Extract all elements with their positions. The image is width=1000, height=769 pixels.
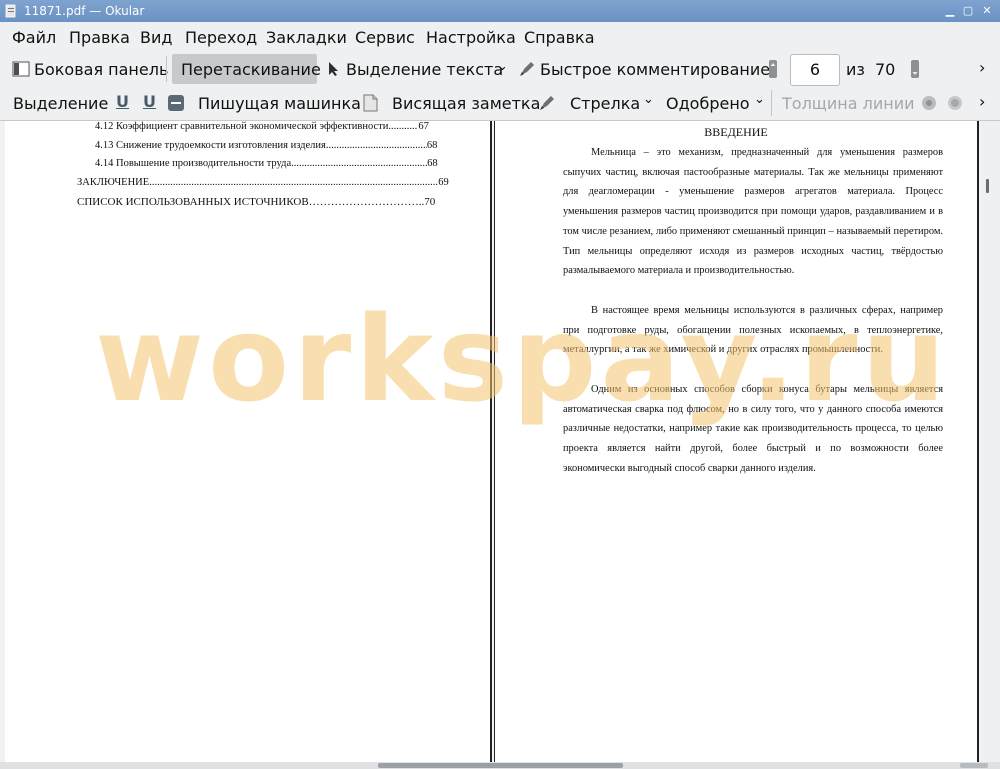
- toc-leader: ........................................…: [291, 158, 428, 169]
- arrow-button[interactable]: Стрелка: [570, 94, 640, 113]
- annotate-pen-icon: [520, 62, 534, 76]
- note-icon: [363, 94, 378, 112]
- main-toolbar: Боковая панель Перетаскивание Выделение …: [0, 52, 1000, 86]
- popup-note-button[interactable]: Висящая заметка: [392, 94, 540, 113]
- horizontal-scrollbar[interactable]: [0, 762, 1000, 769]
- sidebar-button[interactable]: Боковая панель: [34, 60, 168, 79]
- menu-edit[interactable]: Правка: [69, 28, 130, 47]
- chevron-down-icon[interactable]: ⌄: [754, 92, 765, 107]
- chevron-down-icon[interactable]: ⌄: [497, 59, 508, 74]
- strikeout-icon[interactable]: [167, 94, 185, 112]
- toolbar-overflow-icon[interactable]: ›: [979, 58, 985, 77]
- text-select-button[interactable]: Выделение текста: [346, 60, 503, 79]
- scrollbar-handle[interactable]: [960, 763, 988, 768]
- menu-settings[interactable]: Настройка: [426, 28, 516, 47]
- scrollbar-thumb[interactable]: [378, 763, 623, 768]
- toc-entry[interactable]: 4.12 Коэффициент сравнительной экономиче…: [95, 121, 429, 132]
- window-title: 11871.pdf — Okular: [24, 4, 145, 18]
- toolbar-overflow-icon[interactable]: ›: [979, 92, 985, 111]
- arrow-pen-icon: [540, 96, 554, 110]
- page-number-input[interactable]: 6: [790, 54, 840, 86]
- section-heading: ВВЕДЕНИЕ: [704, 125, 768, 139]
- toc-entry[interactable]: 4.13 Снижение трудоемкости изготовления …: [95, 140, 437, 151]
- squiggle-underline-icon[interactable]: U: [143, 92, 156, 111]
- color-icon: [922, 96, 936, 110]
- document-view[interactable]: 4.12 Коэффициент сравнительной экономиче…: [0, 121, 1000, 762]
- stamp-approved-button[interactable]: Одобрено: [666, 94, 750, 113]
- page-of-label: из: [846, 60, 865, 79]
- highlight-label[interactable]: Выделение: [13, 94, 108, 113]
- paragraph: В настоящее время мельницы используются …: [563, 305, 943, 356]
- annotation-toolbar: Выделение U U Пишущая машинка Висящая за…: [0, 86, 1000, 121]
- line-width-button: Толщина линии: [782, 94, 915, 113]
- scrollbar-thumb[interactable]: [986, 179, 989, 193]
- toc-entry[interactable]: СПИСОК ИСПОЛЬЗОВАННЫХ ИСТОЧНИКОВ………………………: [77, 196, 435, 208]
- opacity-icon: [948, 96, 962, 110]
- toc-leader: ........................................…: [325, 140, 427, 151]
- page-up-icon[interactable]: [768, 59, 778, 79]
- underline-icon[interactable]: U: [116, 92, 129, 111]
- toc-leader: ..................................: [388, 121, 418, 132]
- cursor-icon: [329, 62, 338, 76]
- typewriter-button[interactable]: Пишущая машинка: [198, 94, 361, 113]
- vertical-scrollbar[interactable]: [980, 121, 1000, 762]
- toc-entry[interactable]: ЗАКЛЮЧЕНИЕ..............................…: [77, 177, 449, 188]
- menu-tools[interactable]: Сервис: [355, 28, 415, 47]
- page-down-icon[interactable]: [910, 59, 920, 79]
- paragraph: Одним из основных способов сборки конуса…: [563, 384, 943, 474]
- sidebar-icon: [12, 61, 30, 77]
- chevron-down-icon[interactable]: ⌄: [643, 92, 654, 107]
- title-bar: 11871.pdf — Okular ▁ ▢ ✕: [0, 0, 1000, 22]
- toc-entry[interactable]: 4.14 Повышение производительности труда.…: [95, 158, 438, 169]
- minimize-icon[interactable]: ▁: [943, 4, 957, 18]
- quick-annotate-button[interactable]: Быстрое комментирование: [540, 60, 770, 79]
- menu-go[interactable]: Переход: [185, 28, 257, 47]
- close-icon[interactable]: ✕: [980, 4, 994, 18]
- menu-view[interactable]: Вид: [140, 28, 172, 47]
- toolbar-separator: [771, 90, 772, 116]
- paragraph: Мельница – это механизм, предназначенный…: [563, 147, 943, 277]
- toolbar-separator: [166, 56, 167, 82]
- drag-mode-button[interactable]: Перетаскивание: [181, 60, 321, 79]
- okular-app-icon[interactable]: [5, 4, 17, 18]
- menu-help[interactable]: Справка: [524, 28, 595, 47]
- page-left: 4.12 Коэффициент сравнительной экономиче…: [5, 121, 492, 762]
- page-right: ВВЕДЕНИЕ Мельница – это механизм, предна…: [494, 121, 979, 762]
- page-total: 70: [875, 60, 896, 79]
- menu-file[interactable]: Файл: [12, 28, 56, 47]
- maximize-icon[interactable]: ▢: [961, 4, 975, 18]
- toc-leader: ........................................…: [149, 177, 439, 188]
- menu-bar: Файл Правка Вид Переход Закладки Сервис …: [0, 22, 1000, 52]
- menu-bookmarks[interactable]: Закладки: [266, 28, 347, 47]
